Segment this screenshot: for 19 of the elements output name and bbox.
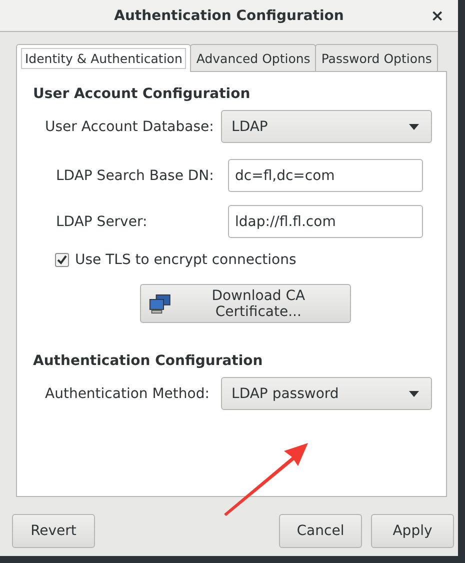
- database-dropdown[interactable]: LDAP: [220, 110, 432, 143]
- tab[interactable]: Identity & Authentication: [16, 44, 192, 72]
- checkbox-label: Use TLS to encrypt connections: [75, 252, 296, 268]
- field-label: Authentication Method:: [45, 386, 210, 402]
- method-dropdown[interactable]: LDAP password: [220, 377, 432, 410]
- close-button[interactable]: ×: [428, 6, 446, 25]
- tab[interactable]: Password Options: [315, 44, 438, 71]
- field-label: LDAP Search Base DN:: [56, 168, 215, 184]
- section-heading: Authentication Configuration: [33, 353, 264, 369]
- window-title: Authentication Configuration: [114, 8, 344, 24]
- download-button[interactable]: Download CA Certificate...: [140, 284, 351, 323]
- action-button[interactable]: Cancel: [279, 514, 362, 548]
- action-button[interactable]: Revert: [12, 514, 95, 548]
- field-label: User Account Database:: [45, 118, 215, 134]
- field-label: LDAP Server:: [56, 214, 148, 230]
- input-field[interactable]: ldap://fl.fl.com: [228, 205, 423, 238]
- input-field[interactable]: dc=fl,dc=com: [228, 159, 423, 192]
- section-heading: User Account Configuration: [33, 86, 252, 102]
- action-button[interactable]: Apply: [371, 514, 454, 548]
